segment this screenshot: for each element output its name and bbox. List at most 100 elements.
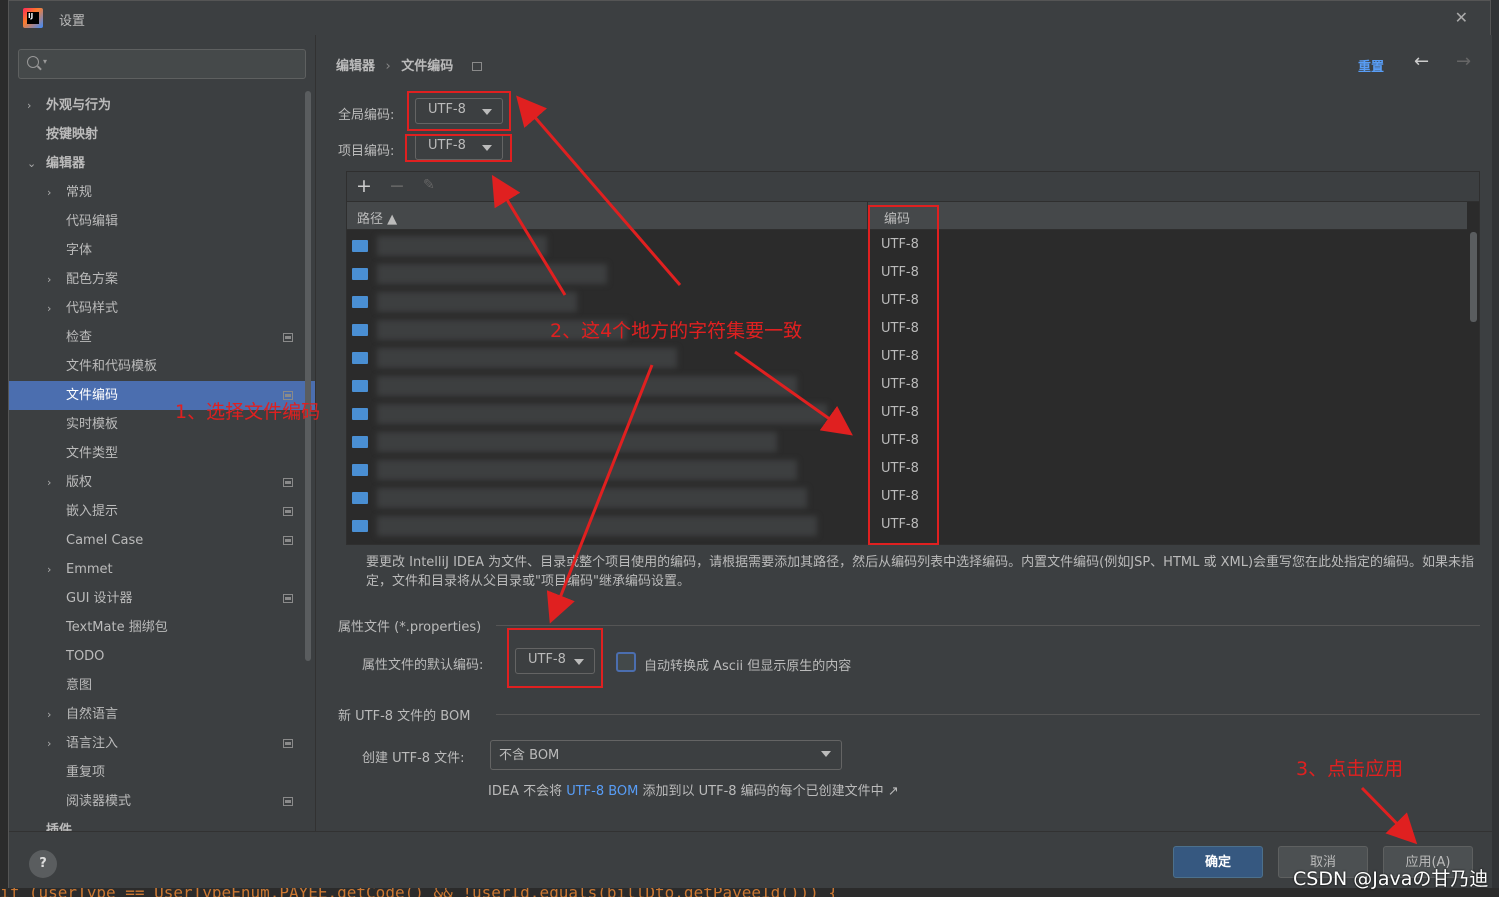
chevron-right-icon[interactable]: › <box>27 91 31 120</box>
sidebar-item-label: 检查 <box>66 330 93 345</box>
sidebar-item-label: 插件 <box>46 823 73 831</box>
chevron-right-icon[interactable]: › <box>47 729 51 758</box>
folder-icon <box>352 408 368 420</box>
path-cell-redacted <box>377 460 797 480</box>
ascii-convert-label: 自动转换成 Ascii 但显示原生的内容 <box>644 659 852 674</box>
sidebar-item[interactable]: 字体 <box>9 236 315 265</box>
sidebar-item[interactable]: 阅读器模式 <box>9 787 315 816</box>
back-arrow-icon[interactable]: ← <box>1414 51 1429 72</box>
sidebar-item-label: 嵌入提示 <box>66 504 119 519</box>
search-input[interactable]: ▾ <box>18 49 306 79</box>
sidebar-item[interactable]: › 外观与行为 <box>9 91 315 120</box>
path-cell-redacted <box>377 264 607 284</box>
project-scope-icon <box>283 797 293 806</box>
remove-icon[interactable]: − <box>389 175 405 197</box>
column-header-path[interactable]: 路径 ▲ <box>357 208 397 227</box>
path-cell-redacted <box>377 432 777 452</box>
sidebar-scrollbar[interactable] <box>305 91 311 661</box>
sidebar-item[interactable]: › 配色方案 <box>9 265 315 294</box>
breadcrumb-separator-icon: › <box>385 59 391 74</box>
folder-icon <box>352 464 368 476</box>
path-cell-redacted <box>377 404 827 424</box>
bom-link[interactable]: UTF-8 BOM <box>566 784 638 799</box>
properties-encoding-label: 属性文件的默认编码: <box>362 658 484 673</box>
background-editor-edge-right <box>1491 0 1499 897</box>
bom-note-suffix: 添加到以 UTF-8 编码的每个已创建文件中 ↗ <box>638 784 899 799</box>
path-cell-redacted <box>377 348 677 368</box>
project-scope-icon <box>283 536 293 545</box>
sidebar-item[interactable]: TODO <box>9 642 315 671</box>
sidebar-item-label: 文件类型 <box>66 446 119 461</box>
project-scope-icon <box>283 507 293 516</box>
search-icon <box>27 56 39 68</box>
chevron-right-icon[interactable]: › <box>47 468 51 497</box>
chevron-down-icon: ▾ <box>43 57 48 66</box>
project-encoding-label: 项目编码: <box>338 144 395 159</box>
annotation-box-properties <box>507 628 603 688</box>
bom-dropdown[interactable]: 不含 BOM <box>490 740 842 770</box>
sidebar-item[interactable]: 重复项 <box>9 758 315 787</box>
sidebar-item-label: 外观与行为 <box>46 98 112 113</box>
sidebar-item[interactable]: › 语言注入 <box>9 729 315 758</box>
ok-button[interactable]: 确定 <box>1173 846 1263 878</box>
sidebar-item[interactable]: › 常规 <box>9 178 315 207</box>
sidebar-item[interactable]: 意图 <box>9 671 315 700</box>
folder-icon <box>352 296 368 308</box>
sidebar-item[interactable]: › 代码样式 <box>9 294 315 323</box>
sidebar-item[interactable]: GUI 设计器 <box>9 584 315 613</box>
chevron-right-icon[interactable]: › <box>47 294 51 323</box>
folder-icon <box>352 380 368 392</box>
annotation-step1: 1、选择文件编码 <box>175 401 321 423</box>
help-button[interactable]: ? <box>29 850 57 878</box>
chevron-right-icon[interactable]: › <box>47 555 51 584</box>
chevron-down-icon[interactable]: ⌄ <box>27 149 36 178</box>
separator <box>496 714 1480 715</box>
sidebar-item[interactable]: › 自然语言 <box>9 700 315 729</box>
title-bar: IJ 设置 ✕ <box>9 1 1490 35</box>
sidebar-item-label: TODO <box>66 649 105 664</box>
sidebar-item-label: GUI 设计器 <box>66 591 133 606</box>
bom-create-label: 创建 UTF-8 文件: <box>362 751 465 766</box>
annotation-box-global <box>407 91 511 131</box>
sidebar-item[interactable]: Camel Case <box>9 526 315 555</box>
sidebar-item[interactable]: 文件类型 <box>9 439 315 468</box>
chevron-right-icon[interactable]: › <box>47 700 51 729</box>
sidebar-item[interactable]: › Emmet <box>9 555 315 584</box>
annotation-step3: 3、点击应用 <box>1296 758 1404 780</box>
edit-icon[interactable]: ✎ <box>423 177 435 193</box>
sidebar-item[interactable]: 代码编辑 <box>9 207 315 236</box>
intellij-logo-icon: IJ <box>23 8 43 28</box>
project-scope-icon <box>283 739 293 748</box>
sidebar-item-label: 意图 <box>66 678 93 693</box>
chevron-right-icon[interactable]: › <box>47 265 51 294</box>
reset-link[interactable]: 重置 <box>1358 56 1384 75</box>
sidebar-item[interactable]: 插件 <box>9 816 315 831</box>
folder-icon <box>352 324 368 336</box>
path-cell-redacted <box>377 516 817 536</box>
main-panel: 编辑器 › 文件编码 重置 ← → 全局编码: UTF-8 项目编码: UTF-… <box>315 35 1492 831</box>
path-cell-redacted <box>377 376 797 396</box>
sidebar-item-label: Camel Case <box>66 533 144 548</box>
sidebar-item-label: 代码样式 <box>66 301 119 316</box>
annotation-box-project <box>405 134 512 162</box>
sidebar-item[interactable]: TextMate 捆绑包 <box>9 613 315 642</box>
close-icon[interactable]: ✕ <box>1455 8 1468 27</box>
sidebar-item-label: 字体 <box>66 243 93 258</box>
breadcrumb-parent[interactable]: 编辑器 <box>336 59 375 74</box>
add-icon[interactable]: + <box>356 175 372 197</box>
chevron-right-icon[interactable]: › <box>47 178 51 207</box>
sidebar-item-label: 代码编辑 <box>66 214 119 229</box>
table-toolbar: + − ✎ <box>347 172 1479 202</box>
forward-arrow-icon[interactable]: → <box>1456 51 1471 72</box>
sidebar-item[interactable]: 嵌入提示 <box>9 497 315 526</box>
sidebar-item[interactable]: 检查 <box>9 323 315 352</box>
sidebar-item[interactable]: ⌄ 编辑器 <box>9 149 315 178</box>
sidebar-item[interactable]: 文件和代码模板 <box>9 352 315 381</box>
sidebar-item-label: 重复项 <box>66 765 106 780</box>
ascii-convert-checkbox[interactable] <box>616 652 636 672</box>
table-scrollbar[interactable] <box>1470 232 1477 322</box>
sidebar-item[interactable]: › 版权 <box>9 468 315 497</box>
bom-section-title: 新 UTF-8 文件的 BOM <box>338 709 471 724</box>
sidebar-item[interactable]: 按键映射 <box>9 120 315 149</box>
path-cell-redacted <box>377 488 807 508</box>
